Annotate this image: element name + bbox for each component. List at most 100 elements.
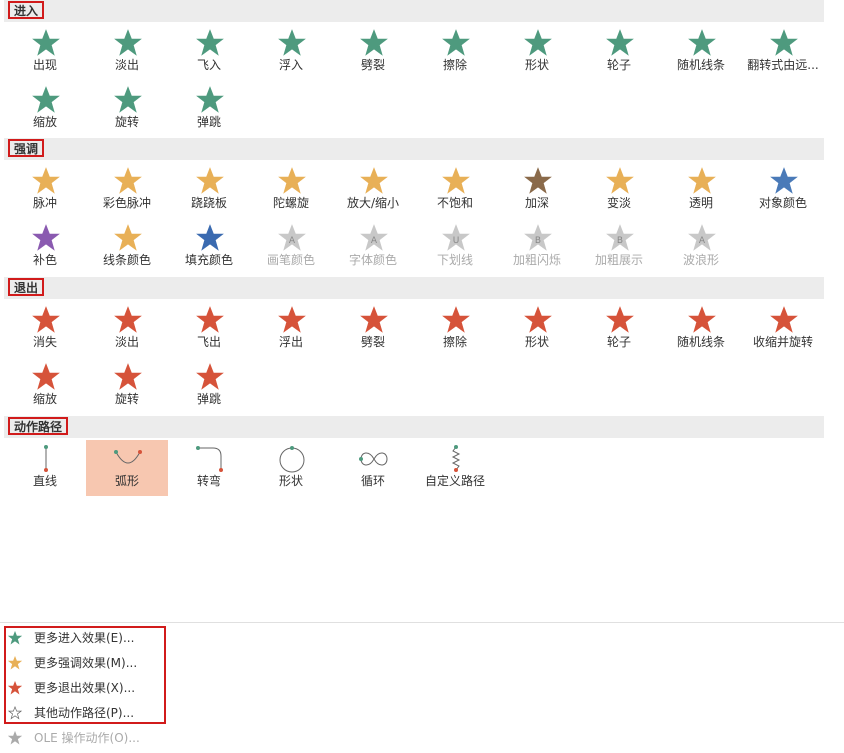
effect-label: 转弯	[196, 474, 221, 488]
effect-label: 飞出	[196, 335, 221, 349]
effect-emphasis-4[interactable]: 放大/缩小	[332, 162, 414, 218]
effect-exit-0[interactable]: 消失	[4, 301, 86, 357]
effect-label: 擦除	[442, 58, 467, 72]
effect-entrance-11[interactable]: 旋转	[86, 81, 168, 137]
section-title-entrance: 进入	[8, 1, 45, 19]
effect-label: 轮子	[606, 335, 631, 349]
effect-entrance-2[interactable]: 飞入	[168, 24, 250, 80]
effect-label: 对象颜色	[758, 196, 807, 210]
effect-entrance-0[interactable]: 出现	[4, 24, 86, 80]
effect-label: 不饱和	[436, 196, 473, 210]
motion-path-4[interactable]: 循环	[332, 440, 414, 496]
effect-emphasis-16[interactable]: B 加粗闪烁	[496, 219, 578, 275]
effect-label: 下划线	[436, 253, 473, 267]
effect-label: 形状	[278, 474, 303, 488]
effect-emphasis-5[interactable]: 不饱和	[414, 162, 496, 218]
effect-label: 淡出	[114, 335, 139, 349]
effect-label: 彩色脉冲	[102, 196, 151, 210]
effect-label: 擦除	[442, 335, 467, 349]
motion-path-5[interactable]: 自定义路径	[414, 440, 496, 496]
effect-entrance-7[interactable]: 轮子	[578, 24, 660, 80]
menu-item-label: 更多强调效果(M)...	[34, 656, 138, 670]
effect-label: 填充颜色	[184, 253, 233, 267]
motion-path-2[interactable]: 转弯	[168, 440, 250, 496]
effect-emphasis-18[interactable]: A 波浪形	[660, 219, 742, 275]
effect-exit-11[interactable]: 旋转	[86, 358, 168, 414]
effect-label: 缩放	[32, 115, 57, 129]
effect-entrance-8[interactable]: 随机线条	[660, 24, 742, 80]
effect-label: 加深	[524, 196, 549, 210]
effect-exit-10[interactable]: 缩放	[4, 358, 86, 414]
effect-label: 出现	[32, 58, 57, 72]
menu-item-label: 其他动作路径(P)...	[34, 706, 135, 720]
effect-label: 加粗展示	[594, 253, 643, 267]
effect-exit-1[interactable]: 淡出	[86, 301, 168, 357]
effect-label: 陀螺旋	[272, 196, 309, 210]
effect-label: 循环	[360, 474, 385, 488]
effect-entrance-5[interactable]: 擦除	[414, 24, 496, 80]
effect-label: 弹跳	[196, 392, 221, 406]
effect-entrance-6[interactable]: 形状	[496, 24, 578, 80]
effect-label: 旋转	[114, 392, 139, 406]
motion-path-3[interactable]: 形状	[250, 440, 332, 496]
effect-exit-7[interactable]: 轮子	[578, 301, 660, 357]
svg-text:A: A	[289, 236, 296, 246]
effect-emphasis-17[interactable]: B 加粗展示	[578, 219, 660, 275]
effect-label: 旋转	[114, 115, 139, 129]
effect-label: 劈裂	[360, 58, 385, 72]
svg-text:B: B	[617, 236, 623, 246]
effect-emphasis-6[interactable]: 加深	[496, 162, 578, 218]
section-title-motion: 动作路径	[8, 417, 69, 435]
effect-exit-12[interactable]: 弹跳	[168, 358, 250, 414]
effect-emphasis-7[interactable]: 变淡	[578, 162, 660, 218]
effect-emphasis-11[interactable]: 线条颜色	[86, 219, 168, 275]
effect-emphasis-2[interactable]: 跷跷板	[168, 162, 250, 218]
motion-path-0[interactable]: 直线	[4, 440, 86, 496]
effect-entrance-4[interactable]: 劈裂	[332, 24, 414, 80]
effect-label: 直线	[32, 474, 57, 488]
effect-label: 透明	[688, 196, 713, 210]
svg-text:A: A	[371, 236, 378, 246]
effect-emphasis-1[interactable]: 彩色脉冲	[86, 162, 168, 218]
effect-label: 缩放	[32, 392, 57, 406]
effect-exit-9[interactable]: 收缩并旋转	[742, 301, 824, 357]
effect-emphasis-10[interactable]: 补色	[4, 219, 86, 275]
effect-label: 变淡	[606, 196, 631, 210]
effect-label: 随机线条	[676, 335, 725, 349]
effect-label: 劈裂	[360, 335, 385, 349]
effect-label: 翻转式由远...	[747, 58, 819, 72]
effect-label: 补色	[32, 253, 57, 267]
effect-exit-5[interactable]: 擦除	[414, 301, 496, 357]
effect-exit-4[interactable]: 劈裂	[332, 301, 414, 357]
effect-label: 淡出	[114, 58, 139, 72]
effect-label: 浮出	[278, 335, 303, 349]
effect-entrance-1[interactable]: 淡出	[86, 24, 168, 80]
effect-label: 收缩并旋转	[752, 335, 813, 349]
effect-entrance-12[interactable]: 弹跳	[168, 81, 250, 137]
section-title-exit: 退出	[8, 278, 45, 296]
effect-label: 线条颜色	[102, 253, 151, 267]
effect-label: 加粗闪烁	[512, 253, 561, 267]
effect-emphasis-12[interactable]: 填充颜色	[168, 219, 250, 275]
effect-entrance-3[interactable]: 浮入	[250, 24, 332, 80]
effect-label: 弧形	[114, 474, 139, 488]
effect-emphasis-15[interactable]: U 下划线	[414, 219, 496, 275]
effect-entrance-10[interactable]: 缩放	[4, 81, 86, 137]
effect-exit-6[interactable]: 形状	[496, 301, 578, 357]
effect-emphasis-14[interactable]: A 字体颜色	[332, 219, 414, 275]
scrollbar[interactable]	[824, 0, 844, 620]
effect-label: 放大/缩小	[346, 196, 400, 210]
effect-exit-3[interactable]: 浮出	[250, 301, 332, 357]
motion-path-1[interactable]: 弧形	[86, 440, 168, 496]
effect-emphasis-13[interactable]: A 画笔颜色	[250, 219, 332, 275]
menu-item-label: 更多退出效果(X)...	[34, 681, 136, 695]
effect-emphasis-9[interactable]: 对象颜色	[742, 162, 824, 218]
section-header-motion: 动作路径	[4, 416, 824, 438]
effect-label: 轮子	[606, 58, 631, 72]
effect-exit-8[interactable]: 随机线条	[660, 301, 742, 357]
effect-exit-2[interactable]: 飞出	[168, 301, 250, 357]
effect-entrance-9[interactable]: 翻转式由远...	[742, 24, 824, 80]
effect-emphasis-8[interactable]: 透明	[660, 162, 742, 218]
effect-emphasis-3[interactable]: 陀螺旋	[250, 162, 332, 218]
effect-emphasis-0[interactable]: 脉冲	[4, 162, 86, 218]
